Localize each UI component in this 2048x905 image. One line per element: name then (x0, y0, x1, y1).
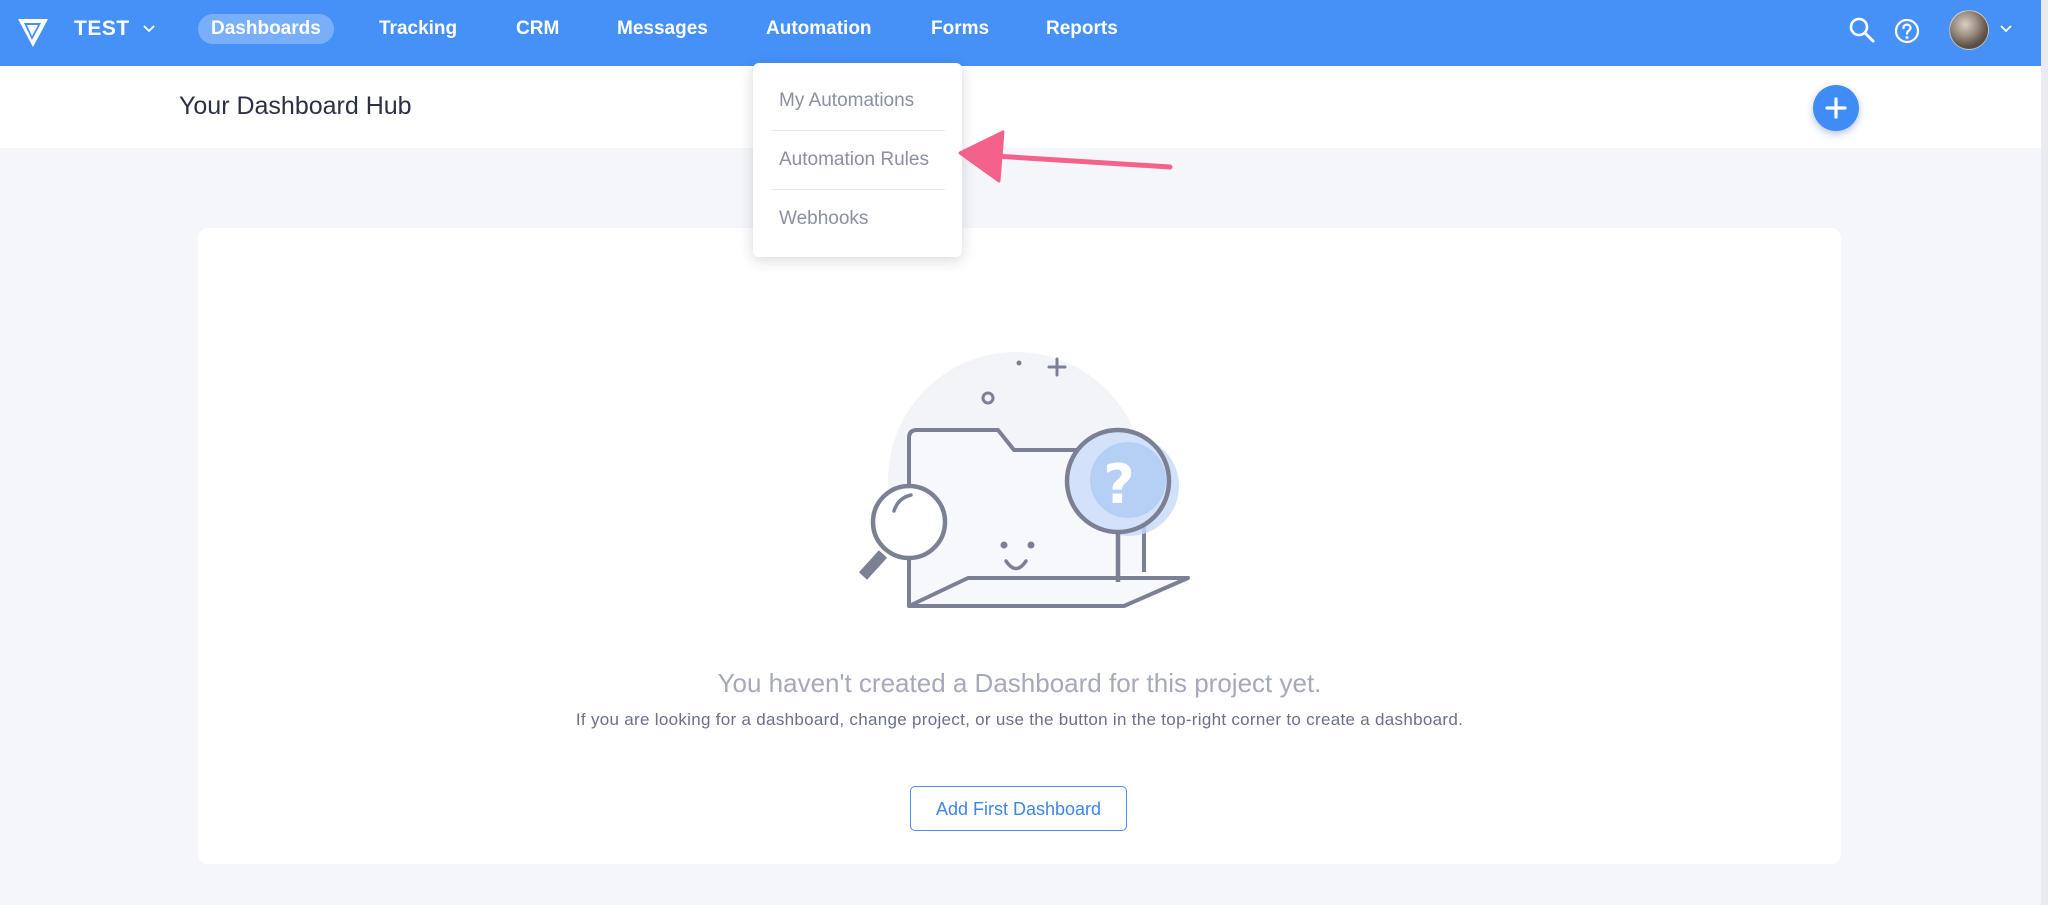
nav-messages[interactable]: Messages (617, 14, 708, 44)
nav-tracking[interactable]: Tracking (379, 14, 457, 44)
empty-state-title: You haven't created a Dashboard for this… (717, 668, 1322, 698)
menu-item-automation-rules[interactable]: Automation Rules (779, 149, 929, 171)
empty-state-card: ? You haven't created a Dashboard for th… (198, 228, 1841, 864)
nav-dashboards[interactable]: Dashboards (198, 14, 334, 44)
page-title: Your Dashboard Hub (179, 92, 412, 120)
logo-icon[interactable] (14, 13, 52, 51)
nav-crm[interactable]: CRM (516, 14, 559, 44)
add-first-dashboard-button[interactable]: Add First Dashboard (910, 786, 1127, 831)
plus-icon (1825, 97, 1847, 119)
empty-state-description: If you are looking for a dashboard, chan… (575, 710, 1464, 729)
menu-item-webhooks[interactable]: Webhooks (779, 208, 868, 230)
chevron-down-icon[interactable] (1999, 22, 2013, 36)
top-navigation-bar: TEST Dashboards Tracking CRM Messages Au… (0, 0, 2041, 66)
svg-text:?: ? (1103, 453, 1134, 516)
nav-automation[interactable]: Automation (766, 14, 872, 44)
nav-reports[interactable]: Reports (1046, 14, 1118, 44)
chevron-down-icon[interactable] (142, 22, 156, 36)
menu-item-my-automations[interactable]: My Automations (779, 90, 914, 112)
menu-divider (771, 189, 945, 190)
avatar[interactable] (1949, 10, 1989, 50)
project-selector[interactable]: TEST (74, 17, 130, 41)
automation-dropdown-menu: My Automations Automation Rules Webhooks (753, 63, 962, 257)
add-dashboard-button[interactable] (1813, 85, 1859, 131)
menu-divider (771, 130, 945, 131)
nav-forms[interactable]: Forms (931, 14, 989, 44)
annotation-arrow-icon (958, 130, 1173, 183)
scrollbar[interactable] (2041, 0, 2048, 905)
empty-folder-illustration: ? (858, 352, 1190, 608)
help-icon[interactable] (1893, 17, 1921, 45)
search-icon[interactable] (1848, 16, 1876, 44)
